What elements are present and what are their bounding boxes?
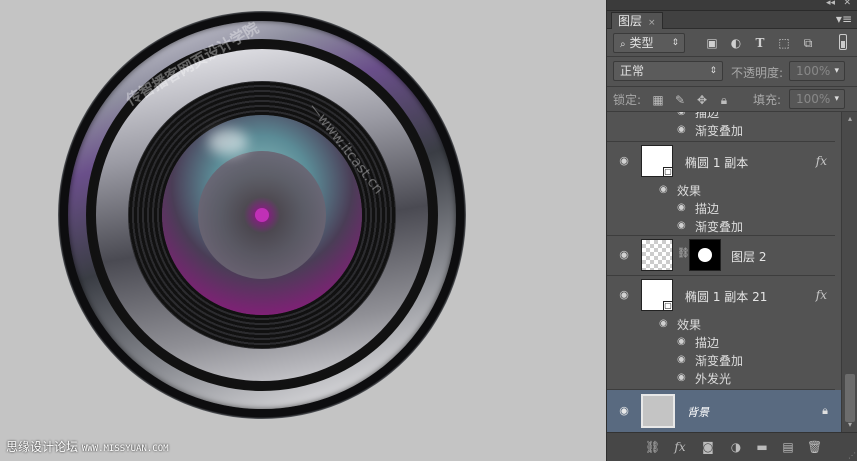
lens-center	[255, 208, 269, 222]
eye-icon[interactable]: ◉	[617, 248, 631, 262]
updown-icon: ⇕	[671, 38, 679, 48]
lock-position-icon[interactable]: ✥	[695, 93, 709, 107]
shape-badge-icon: ▢	[663, 167, 673, 177]
eye-icon[interactable]: ◉	[677, 336, 686, 347]
layer-thumbnail: ▢	[641, 145, 673, 177]
close-icon[interactable]: ✕	[843, 0, 851, 8]
layer-thumbnail	[641, 394, 675, 428]
new-layer-icon[interactable]: ▤	[781, 440, 795, 454]
site-credit-url: WWW.MISSYUAN.COM	[81, 444, 169, 454]
chevron-down-icon: ▾	[834, 66, 839, 76]
trash-icon[interactable]: 🗑︎	[807, 440, 822, 454]
fill-label: 填充:	[753, 93, 782, 107]
lock-paint-icon[interactable]: ✎	[673, 93, 687, 107]
effects-label: 效果	[677, 318, 702, 332]
site-credit-name: 思缘设计论坛	[6, 440, 79, 454]
effect-gradient-overlay: 渐变叠加	[695, 124, 744, 138]
eye-icon[interactable]: ◉	[677, 354, 686, 365]
layer-row-background[interactable]: ◉ 背景 🔒︎	[607, 390, 842, 432]
effect-stroke: 描边	[695, 202, 720, 216]
smart-object-filter-icon[interactable]: ⧉	[800, 36, 816, 50]
fx-icon[interactable]: fx	[816, 154, 827, 168]
layers-scrollbar[interactable]: ▴ ▾	[841, 112, 857, 432]
site-credit: 思缘设计论坛 WWW.MISSYUAN.COM	[6, 438, 169, 455]
panel-tab-bar: 图层 × ▾≡	[607, 11, 857, 29]
lock-label: 锁定:	[613, 93, 642, 107]
layer-name[interactable]: 图层 2	[731, 248, 766, 265]
eye-icon[interactable]: ◉	[617, 154, 631, 168]
eye-icon[interactable]: ◉	[677, 372, 686, 383]
fill-input[interactable]: 100% ▾	[789, 89, 845, 109]
filter-type-select[interactable]: ⌕ 类型 ⇕	[613, 33, 685, 53]
scroll-up-icon[interactable]: ▴	[845, 114, 855, 124]
shape-filter-icon[interactable]: ⬚	[776, 36, 792, 50]
image-filter-icon[interactable]: ▣	[704, 36, 720, 50]
updown-icon: ⇕	[709, 66, 717, 76]
layer-row-ellipse-copy[interactable]: ◉ ▢ 椭圆 1 副本 fx ◉ 效果 ◉ 描边 ◉ 渐变叠加	[607, 142, 835, 236]
layers-bottom-toolbar: ⛓ fx ◙ ◑ ▬ ▤ 🗑︎ ⋰	[607, 432, 857, 461]
layer-mask-thumbnail[interactable]	[689, 239, 721, 271]
layer-name[interactable]: 椭圆 1 副本	[685, 154, 748, 171]
blend-mode-select[interactable]: 正常 ⇕	[613, 61, 723, 81]
scroll-down-icon[interactable]: ▾	[845, 420, 855, 430]
fx-icon[interactable]: fx	[673, 440, 687, 454]
search-icon: ⌕	[620, 39, 626, 50]
effect-gradient-overlay: 渐变叠加	[695, 354, 744, 368]
lock-transparency-icon[interactable]: ▦	[651, 93, 665, 107]
camera-lens-artwork	[58, 11, 466, 419]
layers-list: ◉ 描边 ◉ 渐变叠加 ◉ ▢ 椭圆 1 副本 fx ◉ 效果 ◉ 描边 ◉ 渐…	[607, 112, 857, 432]
eye-icon[interactable]: ◉	[677, 112, 686, 117]
link-icon[interactable]: ⛓	[645, 440, 660, 454]
lens-glare	[208, 129, 248, 155]
layer-row-partial[interactable]: ◉ 描边 ◉ 渐变叠加	[607, 112, 835, 142]
effect-stroke: 描边	[695, 336, 720, 350]
document-canvas[interactable]: 传智播客网页设计学院 —www.itcast.cn 思缘设计论坛 WWW.MIS…	[0, 0, 606, 461]
effect-outer-glow: 外发光	[695, 372, 732, 386]
type-filter-icon[interactable]: T	[752, 36, 768, 50]
layer-row-ellipse-copy-21[interactable]: ◉ ▢ 椭圆 1 副本 21 fx ◉ 效果 ◉ 描边 ◉ 渐变叠加 ◉ 外发光	[607, 276, 835, 390]
adjustment-icon[interactable]: ◑	[729, 440, 743, 454]
shape-badge-icon: ▢	[663, 301, 673, 311]
lock-all-icon[interactable]: 🔒︎	[717, 93, 731, 107]
effects-label: 效果	[677, 184, 702, 198]
effect-stroke: 描边	[695, 112, 720, 120]
opacity-label: 不透明度:	[731, 66, 784, 80]
mask-icon[interactable]: ◙	[701, 440, 715, 454]
scroll-thumb[interactable]	[845, 374, 855, 422]
eye-icon[interactable]: ◉	[677, 202, 686, 213]
eye-icon[interactable]: ◉	[617, 404, 631, 418]
tab-layers-label: 图层	[618, 14, 643, 28]
layers-panel: ◂◂ ✕ 图层 × ▾≡ ⌕ 类型 ⇕ ▣ ◐ T ⬚ ⧉ 正常 ⇕ 不透明度: …	[606, 0, 857, 461]
eye-icon[interactable]: ◉	[617, 288, 631, 302]
effect-gradient-overlay: 渐变叠加	[695, 220, 744, 234]
panel-menu-icon[interactable]: ▾≡	[836, 12, 852, 26]
filter-type-label: 类型	[629, 36, 654, 50]
layer-row-layer2[interactable]: ◉ ⛓ 图层 2	[607, 236, 835, 276]
layer-thumbnail	[641, 239, 673, 271]
mask-shape	[698, 248, 712, 262]
layer-name[interactable]: 背景	[687, 404, 709, 420]
eye-icon[interactable]: ◉	[677, 220, 686, 231]
panel-title-bar: ◂◂ ✕	[607, 0, 857, 11]
opacity-value: 100%	[796, 64, 831, 78]
eye-icon[interactable]: ◉	[659, 184, 668, 195]
eye-icon[interactable]: ◉	[659, 318, 668, 329]
tab-layers[interactable]: 图层 ×	[611, 12, 663, 29]
adjustment-filter-icon[interactable]: ◐	[728, 36, 744, 50]
blend-row: 正常 ⇕ 不透明度: 100% ▾	[607, 57, 857, 87]
eye-icon[interactable]: ◉	[677, 124, 686, 135]
lock-icon: 🔒︎	[822, 404, 828, 417]
fill-value: 100%	[796, 92, 831, 106]
layer-thumbnail: ▢	[641, 279, 673, 311]
fx-icon[interactable]: fx	[816, 288, 827, 302]
chevron-down-icon: ▾	[834, 94, 839, 104]
resize-grip-icon[interactable]: ⋰	[848, 451, 856, 460]
folder-icon[interactable]: ▬	[755, 440, 769, 454]
collapse-icon[interactable]: ◂◂	[826, 0, 835, 8]
filter-toggle[interactable]	[839, 34, 847, 50]
opacity-input[interactable]: 100% ▾	[789, 61, 845, 81]
layer-name[interactable]: 椭圆 1 副本 21	[685, 288, 767, 305]
link-icon[interactable]: ⛓	[677, 248, 690, 259]
blend-mode-value: 正常	[620, 64, 645, 78]
